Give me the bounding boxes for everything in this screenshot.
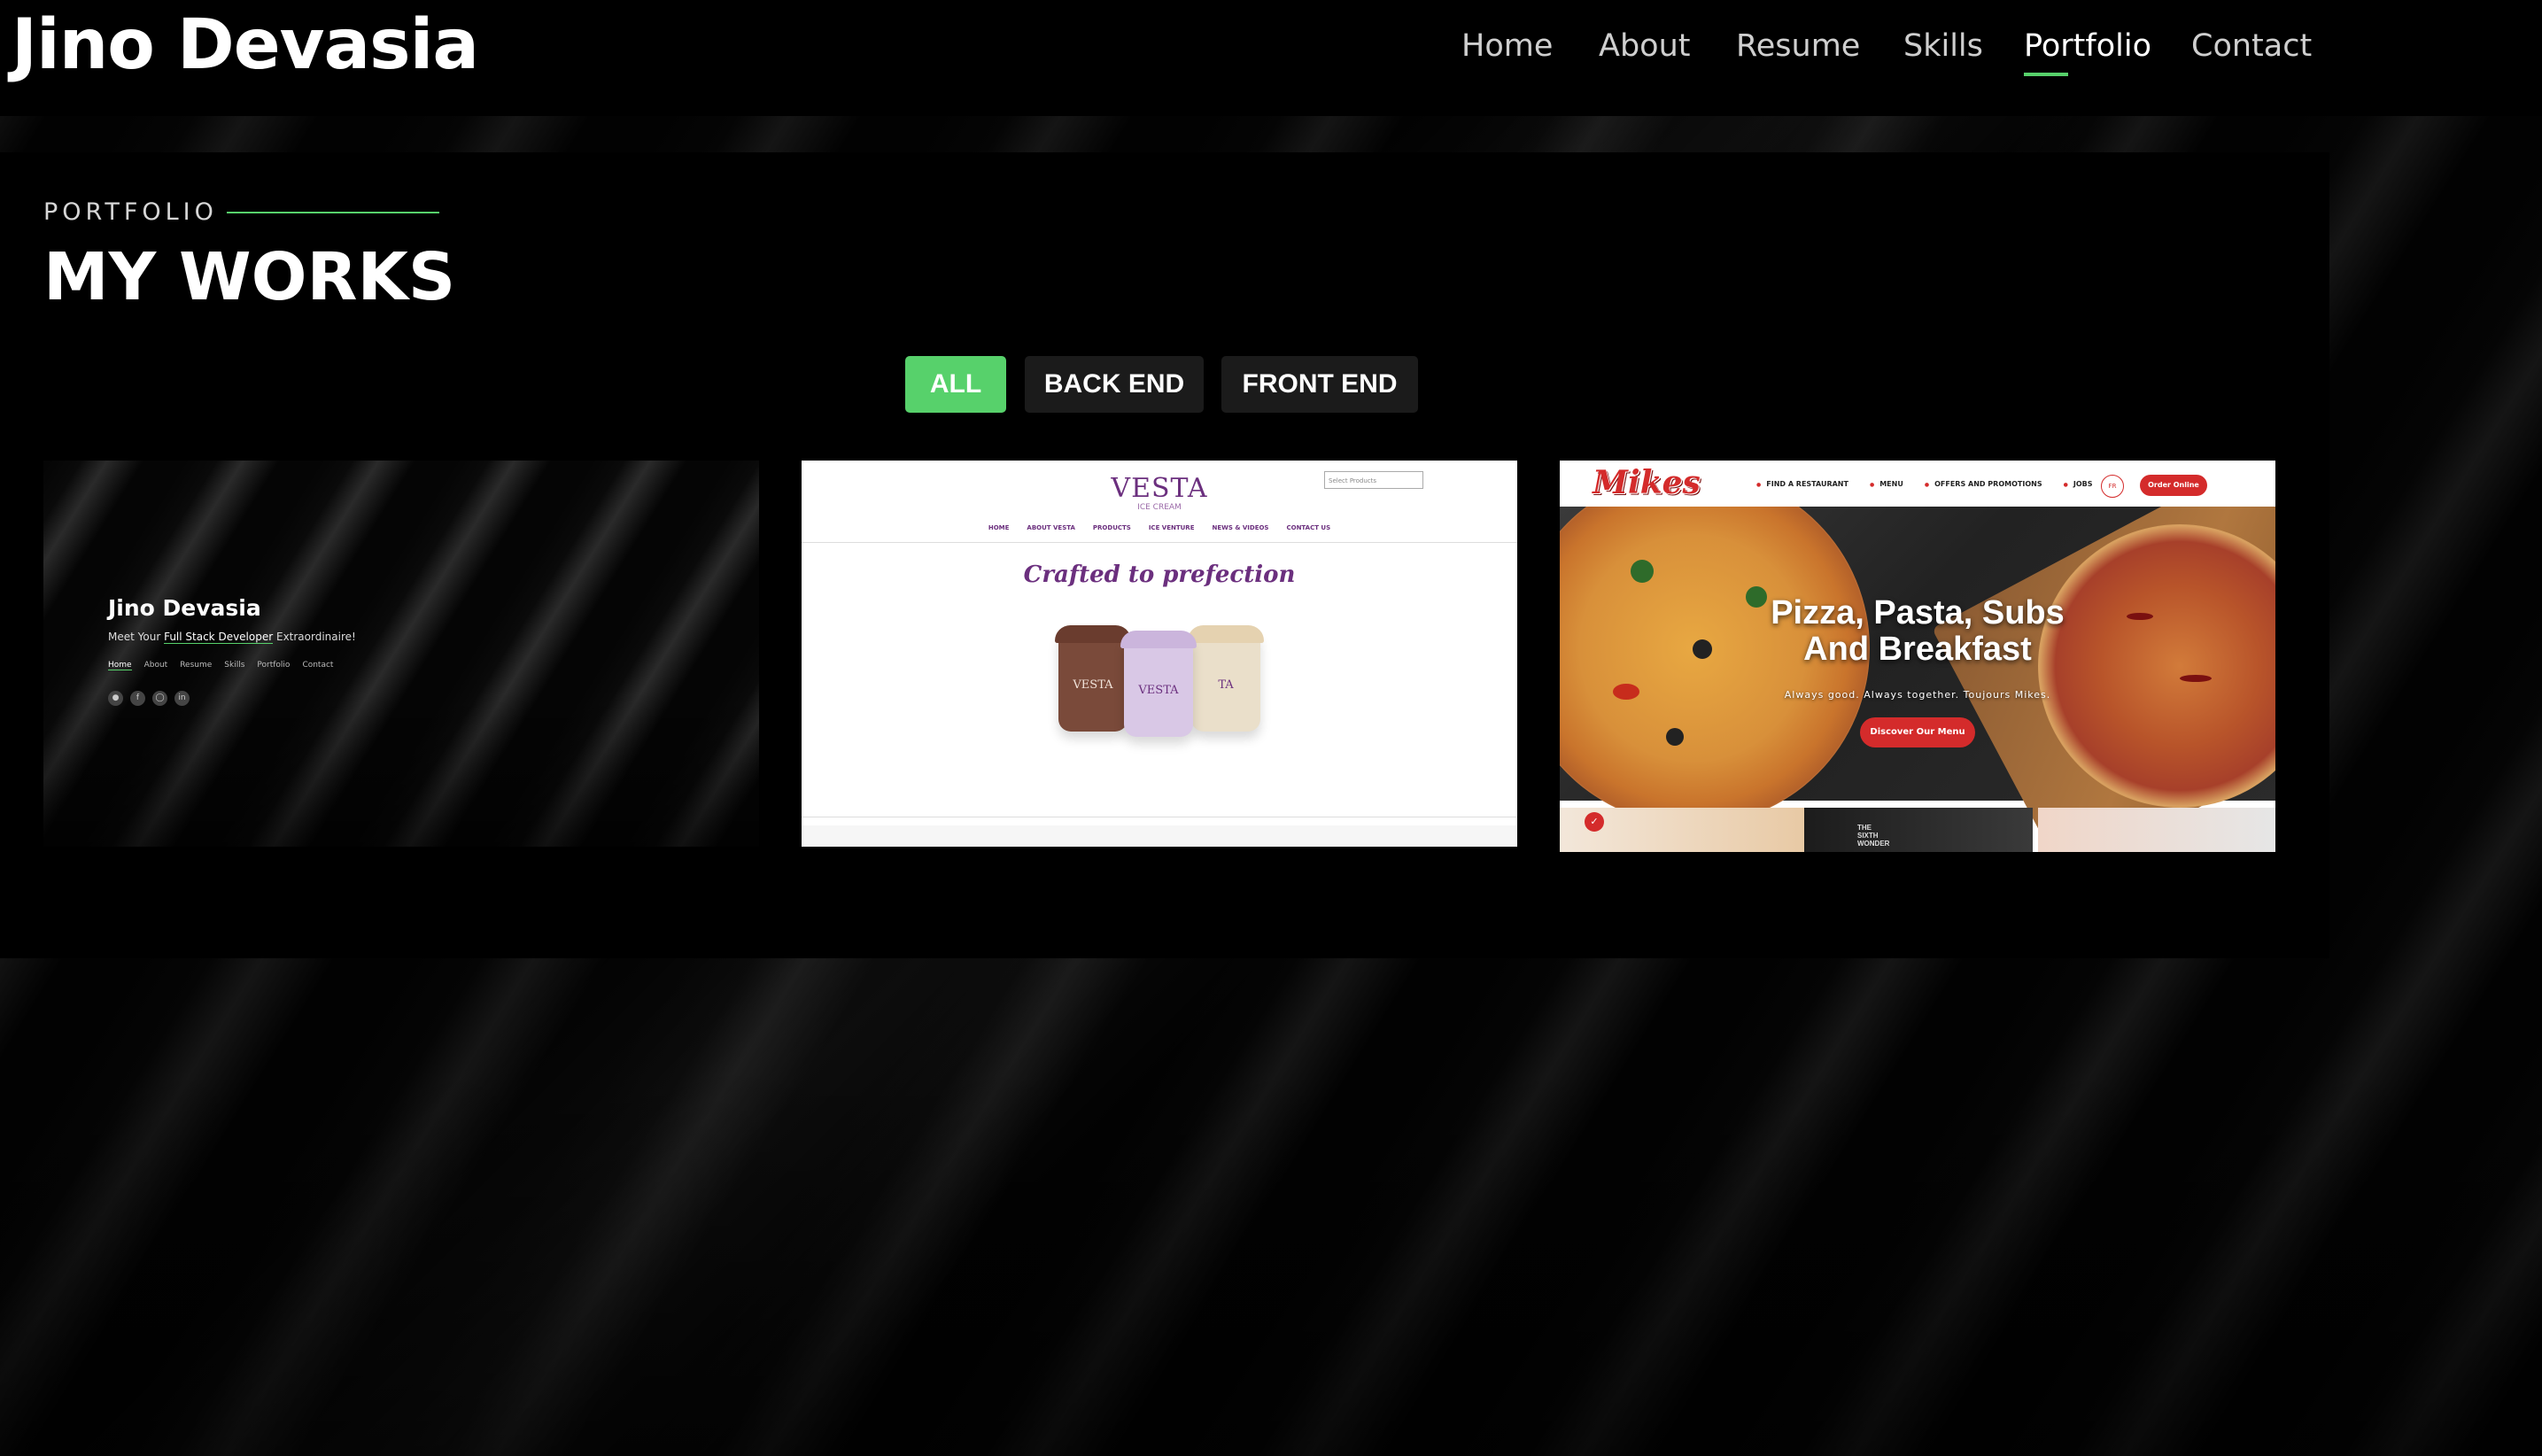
vesta-logo-sub: ICE CREAM bbox=[1137, 503, 1182, 512]
thumb-dark bbox=[1804, 808, 2033, 852]
mikes-hero-subtitle: Always good. Always together. Toujours M… bbox=[1784, 689, 2051, 701]
filter-back-end-button[interactable]: BACK END bbox=[1025, 356, 1204, 413]
ice-cream-cups-image: VESTA TA VESTA bbox=[1055, 620, 1264, 737]
nav-portfolio[interactable]: Portfolio bbox=[2024, 21, 2151, 76]
background-fade bbox=[0, 1063, 2542, 1456]
vesta-footer bbox=[802, 825, 1517, 847]
mikes-header: Mikes FIND A RESTAURANTMENUOFFERS AND PR… bbox=[1560, 461, 2275, 507]
nav-about[interactable]: About bbox=[1599, 21, 1690, 71]
project-card-mikes[interactable]: Pizza, Pasta, Subs And Breakfast Always g… bbox=[1560, 461, 2275, 852]
mikes-logo: Mikes bbox=[1593, 464, 1701, 501]
facebook-icon: f bbox=[130, 691, 145, 706]
mikes-lang-toggle: FR bbox=[2101, 475, 2124, 498]
project-card-portfolio[interactable]: Jino Devasia Meet Your Full Stack Develo… bbox=[43, 461, 759, 847]
topping bbox=[1631, 560, 1654, 583]
nav-resume[interactable]: Resume bbox=[1736, 21, 1860, 71]
mikes-order-button: Order Online bbox=[2140, 475, 2207, 496]
project-portfolio-nav: Home About Resume Skills Portfolio Contact bbox=[108, 661, 334, 670]
nav-skills[interactable]: Skills bbox=[1903, 21, 1983, 71]
vesta-menu: HOME ABOUT VESTA PRODUCTS ICE VENTURE NEWS &… bbox=[988, 524, 1331, 531]
topping bbox=[1666, 728, 1684, 746]
vesta-divider bbox=[802, 542, 1517, 543]
vesta-search-field: Select Products bbox=[1324, 471, 1423, 489]
cup-fig: TA bbox=[1188, 625, 1264, 732]
project-card-vesta[interactable]: VESTA ICE CREAM Select Products HOME ABOU… bbox=[802, 461, 1517, 847]
mikes-menu: FIND A RESTAURANTMENUOFFERS AND PROMOTIO… bbox=[1756, 480, 2113, 488]
mikes-hero-image: Pizza, Pasta, Subs And Breakfast Always g… bbox=[1560, 461, 2275, 852]
section-eyebrow: PORTFOLIO bbox=[43, 198, 218, 226]
github-icon: ● bbox=[108, 691, 123, 706]
mikes-badge-icon: ✓ bbox=[1585, 812, 1604, 832]
mikes-hero-title: Pizza, Pasta, Subs And Breakfast bbox=[1771, 594, 2065, 668]
mikes-thumb-text: THE SIXTH WONDER bbox=[1857, 824, 1890, 848]
instagram-icon: ◯ bbox=[152, 691, 167, 706]
section-eyebrow-line bbox=[227, 212, 439, 213]
project-portfolio-name: Jino Devasia bbox=[108, 595, 261, 621]
project-portfolio-social-icons: ● f ◯ in bbox=[108, 691, 190, 706]
mikes-thumbnails bbox=[1560, 808, 2275, 852]
vesta-heading: Crafted to prefection bbox=[1023, 561, 1296, 588]
linkedin-icon: in bbox=[174, 691, 190, 706]
project-portfolio-tagline: Meet Your Full Stack Developer Extraordi… bbox=[108, 631, 356, 644]
topping bbox=[2180, 675, 2212, 682]
filter-front-end-button[interactable]: FRONT END bbox=[1221, 356, 1418, 413]
filter-all-button[interactable]: ALL bbox=[905, 356, 1006, 413]
nav-contact[interactable]: Contact bbox=[2191, 21, 2312, 71]
cup-blackcurrant: VESTA bbox=[1120, 631, 1197, 737]
site-header: Jino Devasia Home About Resume Skills Po… bbox=[0, 0, 2542, 116]
section-title: MY WORKS bbox=[43, 239, 456, 315]
thumb-light bbox=[2038, 808, 2275, 852]
mikes-discover-button: Discover Our Menu bbox=[1860, 717, 1975, 747]
cup-chocolate: VESTA bbox=[1055, 625, 1131, 732]
nav-home[interactable]: Home bbox=[1461, 21, 1553, 71]
site-logo[interactable]: Jino Devasia bbox=[12, 5, 479, 85]
